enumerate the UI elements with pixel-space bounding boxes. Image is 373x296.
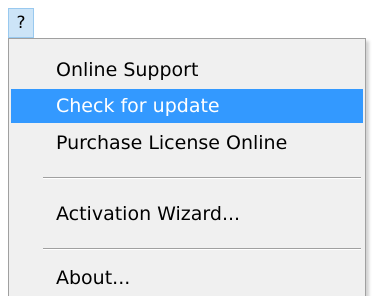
menu-separator: [43, 248, 361, 250]
menu-item-check-for-update[interactable]: Check for update: [11, 89, 363, 123]
menu-item-about[interactable]: About...: [11, 261, 363, 295]
menu-item-purchase-license-online[interactable]: Purchase License Online: [11, 126, 363, 160]
menu-item-activation-wizard[interactable]: Activation Wizard...: [11, 197, 363, 231]
help-dropdown-menu: Online Support Check for update Purchase…: [8, 38, 366, 296]
menu-bar: ?: [0, 0, 373, 42]
menu-item-online-support[interactable]: Online Support: [11, 53, 363, 87]
help-menu-button[interactable]: ?: [8, 8, 34, 38]
menu-separator: [43, 177, 361, 179]
